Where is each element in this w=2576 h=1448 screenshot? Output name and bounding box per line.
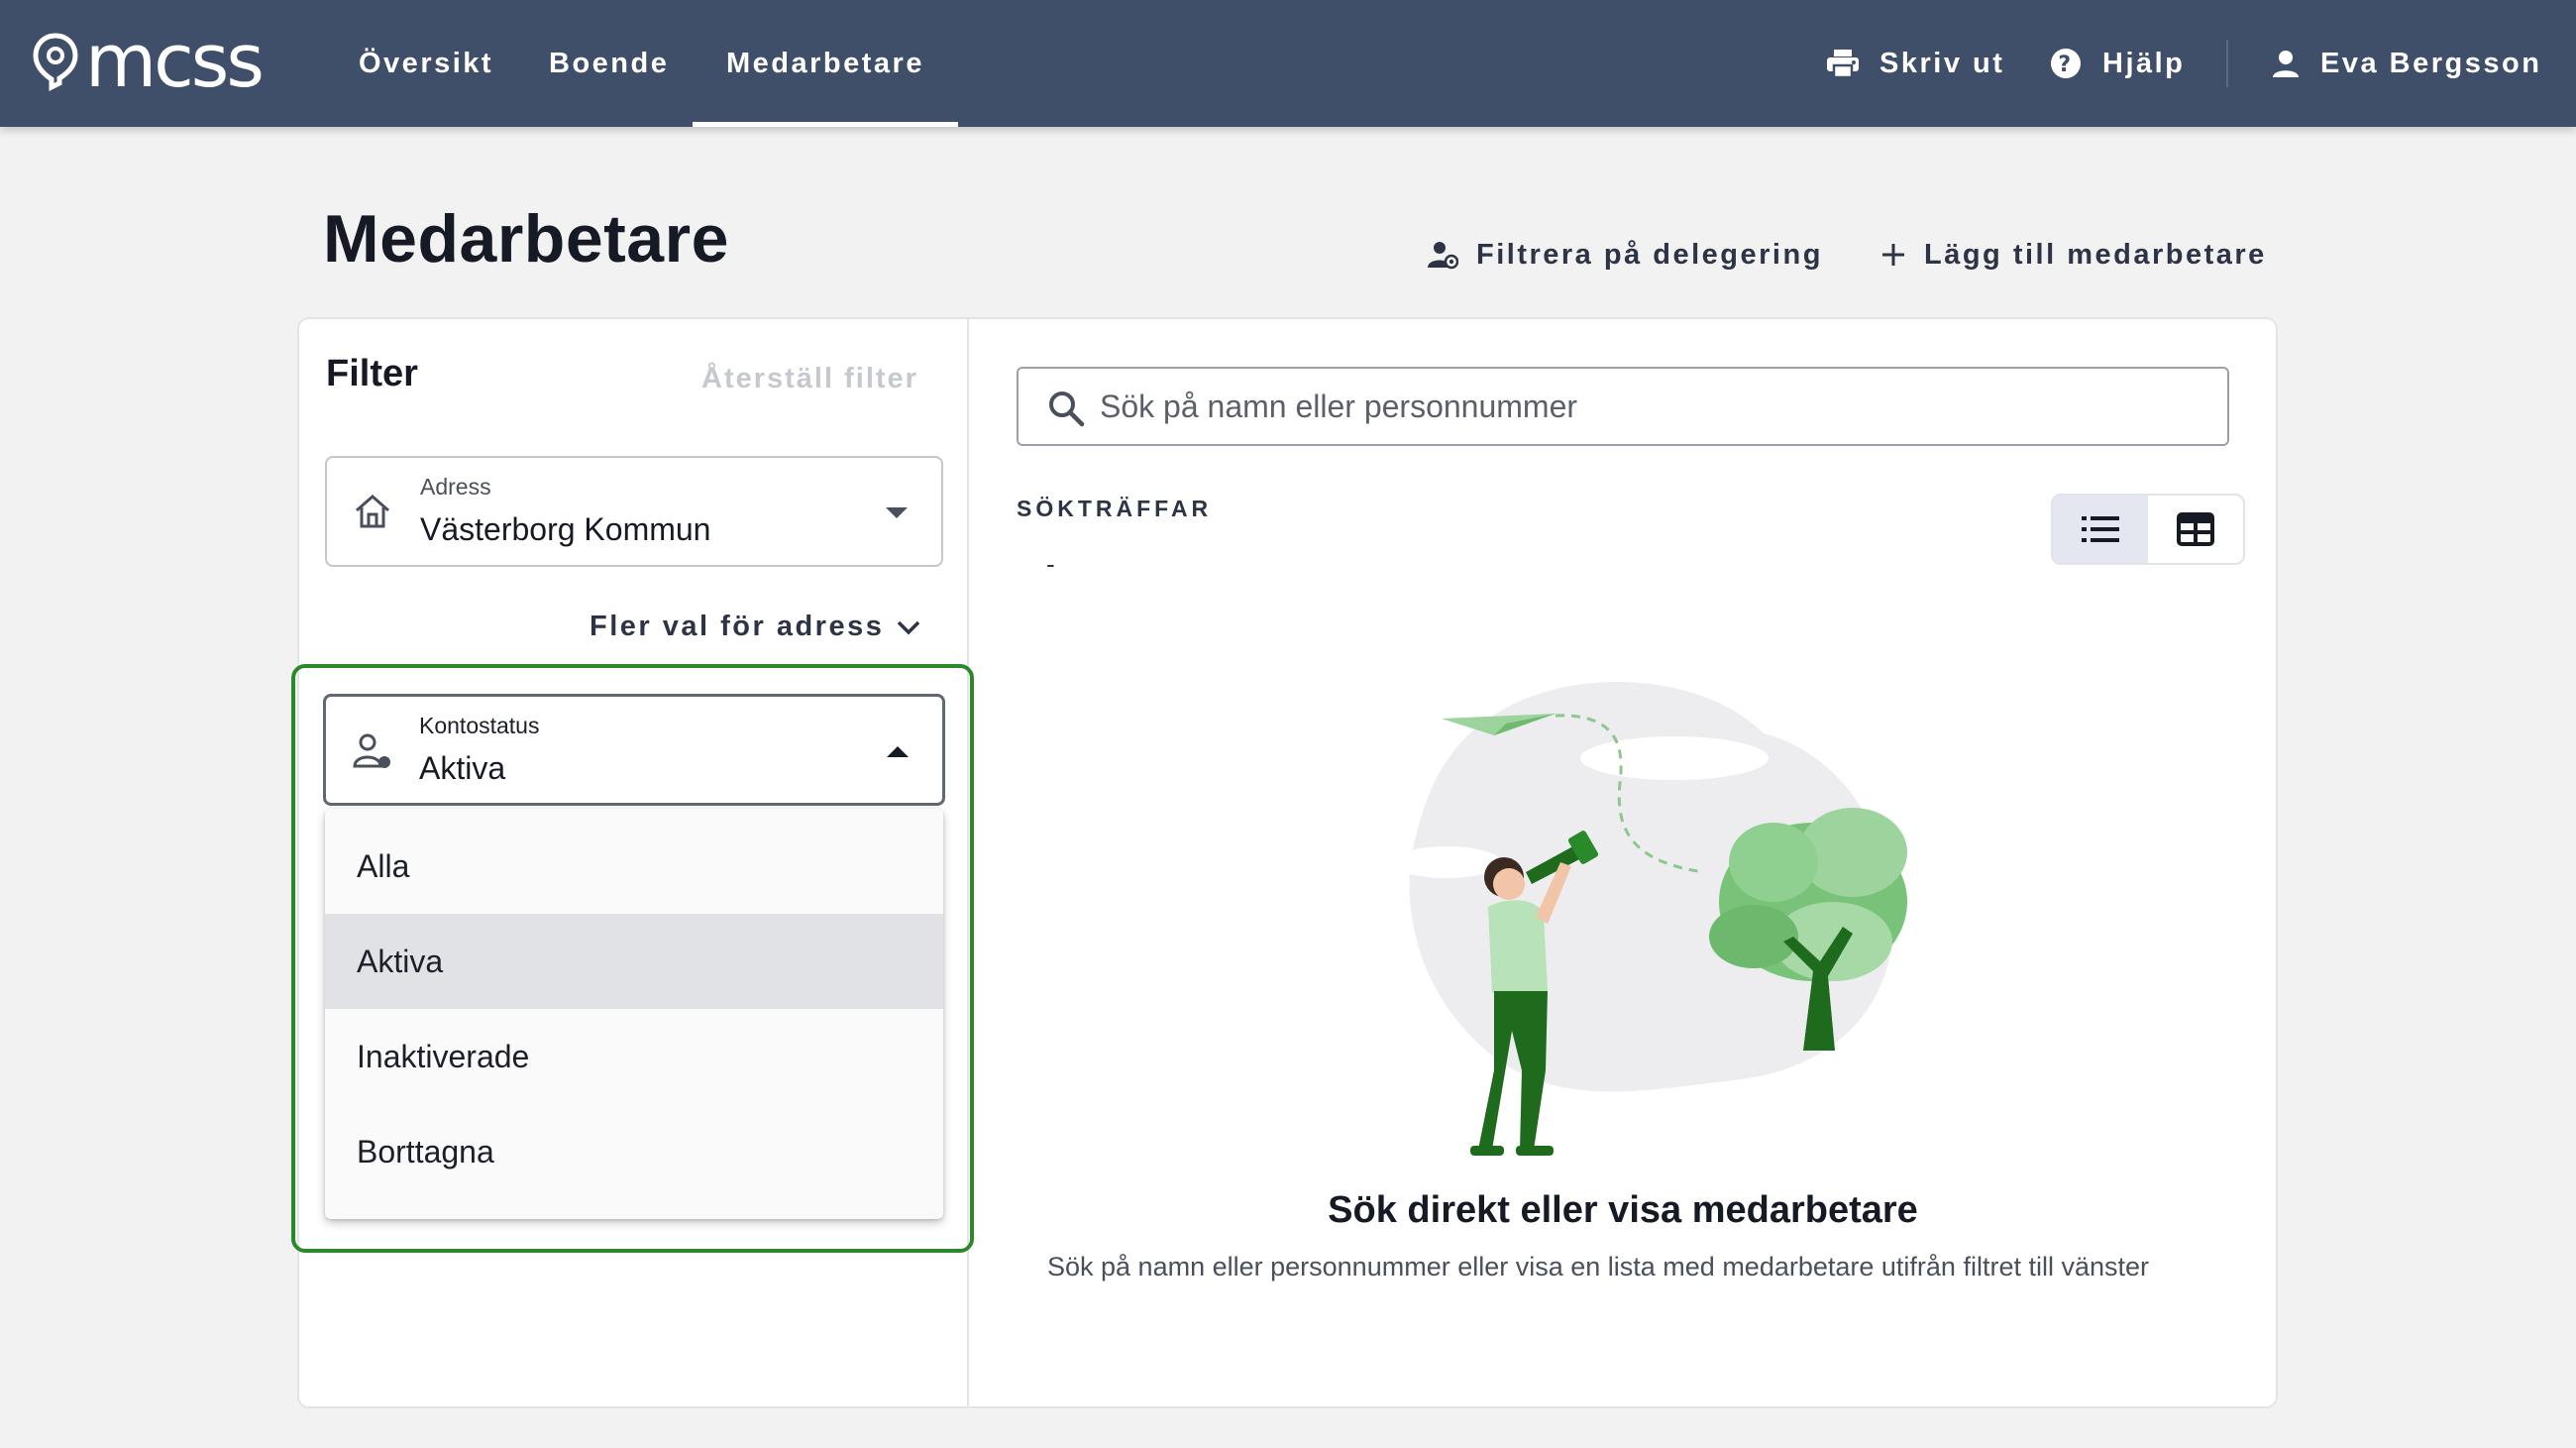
printer-icon	[1827, 50, 1859, 79]
account-status-select[interactable]: Kontostatus Aktiva	[323, 694, 945, 806]
user-name: Eva Bergsson	[2320, 47, 2542, 79]
address-label: Adress	[420, 474, 491, 500]
nav-employees[interactable]: Medarbetare	[693, 0, 958, 127]
account-status-label: Kontostatus	[419, 713, 540, 738]
print-button[interactable]: Skriv ut	[1826, 0, 2004, 127]
table-view-button[interactable]	[2148, 496, 2243, 563]
top-navigation-bar: mcss Översikt Boende Medarbetare Skriv u…	[0, 0, 2576, 127]
help-button[interactable]: ? Hjälp	[2049, 0, 2185, 127]
view-toggle	[2051, 494, 2245, 565]
help-label: Hjälp	[2102, 47, 2186, 79]
topbar-divider	[2226, 40, 2228, 87]
results-label: SÖKTRÄFFAR	[1017, 496, 1213, 521]
plus-icon	[1882, 244, 1904, 266]
page-title: Medarbetare	[323, 201, 729, 277]
mcss-logo[interactable]: mcss	[32, 19, 265, 104]
address-select[interactable]: Adress Västerborg Kommun	[325, 456, 943, 567]
caret-down-icon	[886, 507, 908, 518]
more-address-options-button[interactable]: Fler val för adress	[590, 611, 921, 643]
chevron-down-icon	[898, 620, 920, 634]
user-menu[interactable]: Eva Bergsson	[2271, 0, 2541, 127]
print-label: Skriv ut	[1879, 47, 2005, 79]
status-option-removed[interactable]: Borttagna	[325, 1104, 943, 1199]
home-icon	[356, 495, 389, 528]
nav-residents[interactable]: Boende	[549, 0, 669, 127]
svg-text:?: ?	[2058, 53, 2073, 77]
filter-delegation-button[interactable]: Filtrera på delegering	[1427, 230, 1823, 279]
add-employee-button[interactable]: Lägg till medarbetare	[1880, 230, 2267, 279]
caret-up-icon	[887, 746, 909, 757]
status-option-deactivated[interactable]: Inaktiverade	[325, 1009, 943, 1104]
search-input[interactable]	[1100, 379, 2190, 434]
reset-filter-button[interactable]: Återställ filter	[701, 363, 918, 395]
logo-pin-icon	[33, 33, 78, 91]
empty-state-title: Sök direkt eller visa medarbetare	[1328, 1189, 1918, 1231]
nav-overview[interactable]: Översikt	[359, 0, 493, 127]
add-employee-label: Lägg till medarbetare	[1924, 238, 2267, 271]
address-value: Västerborg Kommun	[420, 511, 711, 547]
account-status-dropdown: Alla Aktiva Inaktiverade Borttagna	[325, 809, 943, 1219]
search-box	[1017, 367, 2229, 446]
account-status-value: Aktiva	[419, 750, 506, 786]
status-option-all[interactable]: Alla	[325, 819, 943, 914]
empty-state-illustration	[1392, 681, 1907, 1156]
person-status-icon	[353, 733, 390, 768]
search-icon	[1049, 391, 1085, 427]
more-address-label: Fler val för adress	[590, 611, 885, 642]
results-count: -	[1046, 549, 1055, 579]
logo-text: mcss	[85, 19, 265, 104]
filter-delegation-label: Filtrera på delegering	[1476, 238, 1823, 271]
user-icon	[2273, 51, 2299, 77]
list-icon	[2082, 516, 2119, 542]
filter-title: Filter	[326, 353, 418, 394]
empty-state-description: Sök på namn eller personnummer eller vis…	[1047, 1252, 2149, 1281]
list-view-button[interactable]	[2053, 496, 2148, 563]
help-icon: ?	[2051, 49, 2081, 78]
person-filter-icon	[1428, 242, 1458, 270]
status-option-active[interactable]: Aktiva	[325, 914, 943, 1009]
table-icon	[2177, 512, 2214, 546]
